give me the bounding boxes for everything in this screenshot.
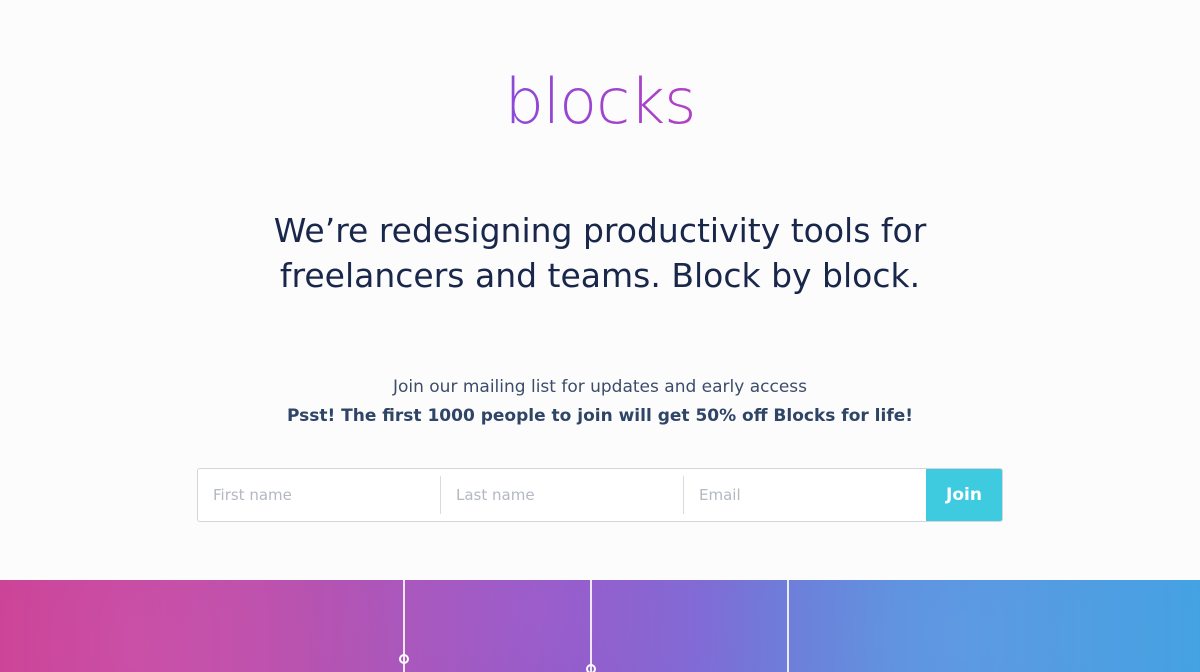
last-name-input[interactable] bbox=[441, 469, 683, 521]
first-name-input[interactable] bbox=[198, 469, 440, 521]
join-button[interactable]: Join bbox=[926, 469, 1002, 521]
banner-divider-line bbox=[787, 580, 789, 672]
email-input[interactable] bbox=[684, 469, 926, 521]
banner-node-icon bbox=[586, 664, 596, 672]
email-field-wrapper bbox=[684, 469, 926, 521]
mailing-list-subtitle: Join our mailing list for updates and ea… bbox=[392, 377, 808, 397]
hero-headline: We’re redesigning productivity tools for… bbox=[0, 208, 1200, 298]
logo-text: blocks bbox=[504, 65, 696, 138]
blocks-logo[interactable]: blocks bbox=[0, 62, 1200, 142]
banner-divider-line bbox=[590, 580, 592, 672]
decorative-banner bbox=[0, 580, 1200, 672]
first-name-field-wrapper bbox=[198, 469, 440, 521]
last-name-field-wrapper bbox=[441, 469, 683, 521]
promo-text: Psst! The first 1000 people to join will… bbox=[286, 406, 914, 426]
headline-line-2: freelancers and teams. Block by block. bbox=[279, 256, 921, 295]
headline-line-1: We’re redesigning productivity tools for bbox=[273, 211, 927, 250]
banner-node-icon bbox=[399, 654, 409, 664]
landing-page: blocks We’re redesigning productivity to… bbox=[0, 0, 1200, 672]
signup-form: Join bbox=[197, 468, 1003, 522]
